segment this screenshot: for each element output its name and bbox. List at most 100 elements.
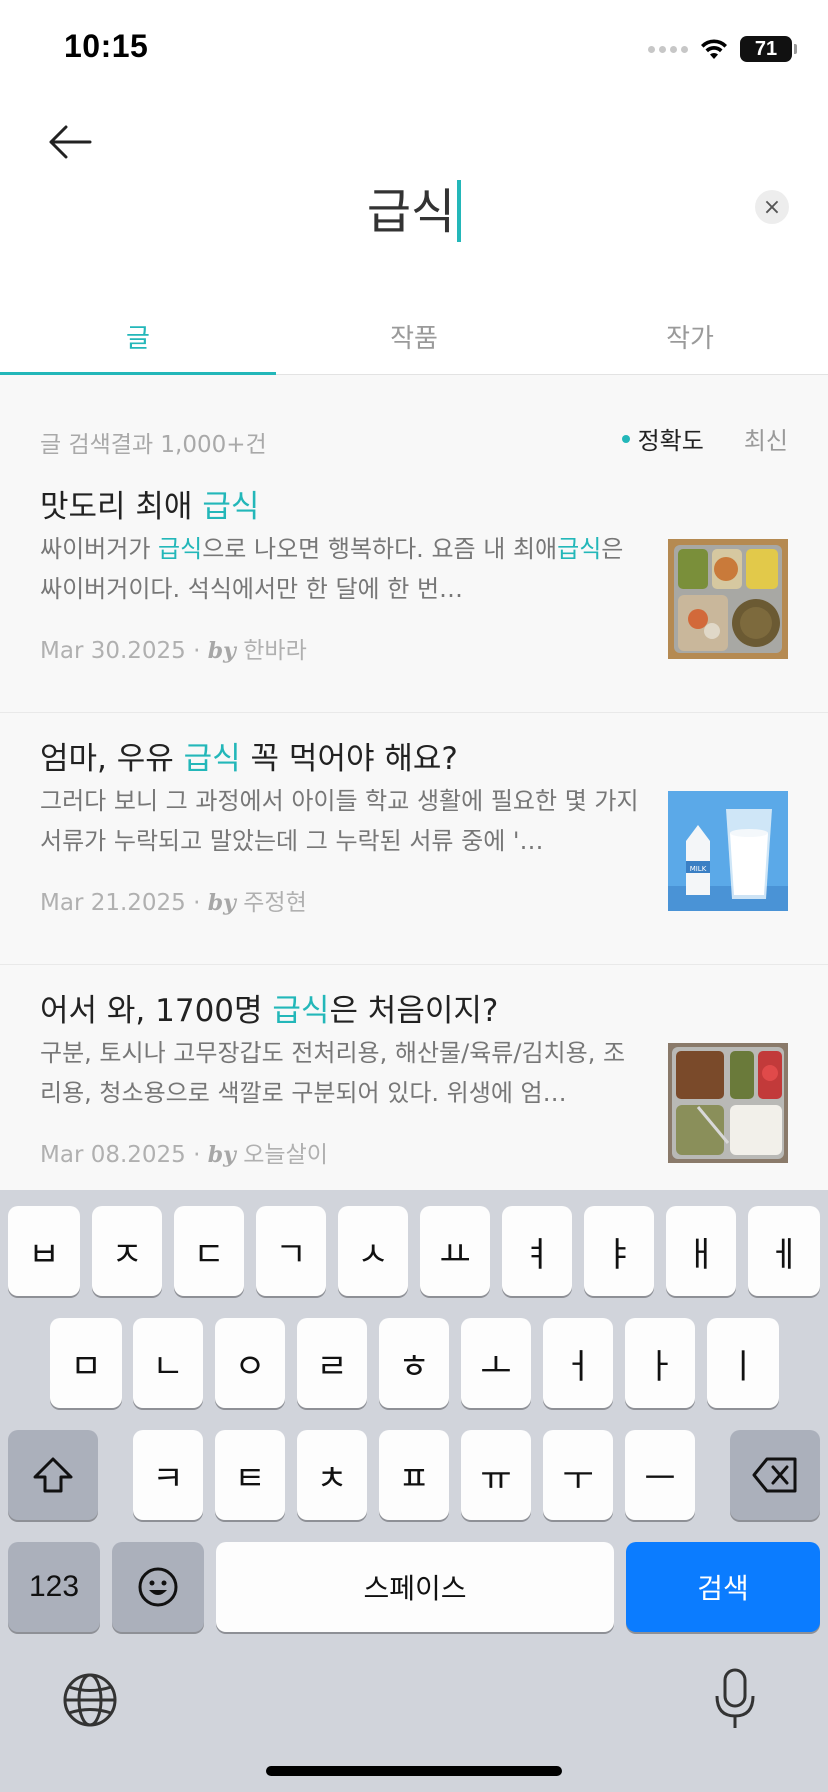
meta-separator: ·	[185, 1142, 208, 1168]
emoji-key[interactable]	[112, 1542, 204, 1632]
excerpt-text: 으로 나오면 행복하다. 요즘 내	[202, 535, 513, 563]
search-input[interactable]: 급식	[0, 172, 828, 242]
key[interactable]: ㅇ	[215, 1318, 285, 1408]
item-date: Mar 30.2025	[40, 638, 186, 664]
home-indicator	[266, 1766, 562, 1776]
sort-latest[interactable]: 최신	[744, 421, 788, 456]
key[interactable]: ㅋ	[133, 1430, 203, 1520]
signal-icon	[648, 45, 688, 53]
key[interactable]: ㅍ	[379, 1430, 449, 1520]
key[interactable]: ㅔ	[748, 1206, 820, 1296]
search-key[interactable]: 검색	[626, 1542, 820, 1632]
item-meta: Mar 30.2025 · by 한바라	[40, 631, 307, 665]
key[interactable]: ㄷ	[174, 1206, 244, 1296]
battery-icon: 71	[740, 36, 797, 62]
key[interactable]: ㅅ	[338, 1206, 408, 1296]
key[interactable]: ㅛ	[420, 1206, 490, 1296]
search-tabs: 글 작품 작가	[0, 300, 828, 375]
active-dot-icon	[621, 434, 630, 443]
key[interactable]: ㅑ	[584, 1206, 654, 1296]
item-author: 한바라	[243, 638, 307, 664]
key[interactable]: ㅌ	[215, 1430, 285, 1520]
item-meta: Mar 08.2025 · by 오늘살이	[40, 1135, 328, 1169]
sort-accuracy-label: 정확도	[637, 427, 704, 455]
list-item[interactable]: 맛도리 최애 급식 싸이버거가 급식으로 나오면 행복하다. 요즘 내 최애급식…	[0, 461, 828, 713]
search-input-value: 급식	[366, 184, 456, 240]
space-key[interactable]: 스페이스	[216, 1542, 614, 1632]
key[interactable]: ㅓ	[543, 1318, 613, 1408]
wifi-icon	[701, 39, 727, 59]
item-excerpt: 싸이버거가 급식으로 나오면 행복하다. 요즘 내 최애급식은 싸이버거이다. …	[40, 529, 640, 609]
sort-accuracy[interactable]: 정확도	[621, 421, 704, 456]
excerpt-highlight: 급식	[158, 535, 203, 563]
by-label: by	[207, 1142, 236, 1168]
key[interactable]: ㅡ	[625, 1430, 695, 1520]
keyboard: ㅂ ㅈ ㄷ ㄱ ㅅ ㅛ ㅕ ㅑ ㅐ ㅔ ㅁ ㄴ ㅇ ㄹ ㅎ ㅗ ㅓ ㅏ ㅣ ㅋ …	[0, 1190, 828, 1792]
key[interactable]: ㄴ	[133, 1318, 203, 1408]
battery-level: 71	[754, 37, 778, 60]
key[interactable]: ㄱ	[256, 1206, 326, 1296]
title-text: 엄마, 우유	[40, 741, 184, 777]
close-icon: ×	[762, 194, 782, 220]
thumbnail-image	[668, 539, 788, 659]
key[interactable]: ㅊ	[297, 1430, 367, 1520]
item-title: 어서 와, 1700명 급식은 처음이지?	[40, 985, 498, 1030]
status-indicators: 71	[648, 34, 797, 64]
item-excerpt: 구분, 토시나 고무장갑도 전처리용, 해산물/육류/김치용, 조리용, 청소용…	[40, 1039, 626, 1107]
tab-authors[interactable]: 작가	[552, 300, 828, 374]
key[interactable]: ㅎ	[379, 1318, 449, 1408]
microphone-icon	[715, 1668, 755, 1728]
thumbnail-image: MILK	[668, 791, 788, 911]
item-title: 엄마, 우유 급식 꼭 먹어야 해요?	[40, 733, 458, 778]
item-author: 오늘살이	[243, 1142, 328, 1168]
tab-posts[interactable]: 글	[0, 300, 276, 375]
results-list: 글 검색결과 1,000+건 정확도 최신 맛도리 최애 급식 싸이버거가 급식…	[0, 375, 828, 1190]
text-caret	[457, 180, 462, 242]
list-item[interactable]: 엄마, 우유 급식 꼭 먹어야 해요? 그러다 보니 그 과정에서 아이들 학교…	[0, 713, 828, 965]
back-button[interactable]	[46, 118, 94, 166]
title-text: 맛도리 최애	[40, 489, 203, 525]
item-author: 주정현	[243, 890, 307, 916]
sort-options: 정확도 최신	[621, 421, 788, 456]
key[interactable]: ㅗ	[461, 1318, 531, 1408]
by-label: by	[207, 890, 236, 916]
backspace-icon	[752, 1457, 797, 1493]
key[interactable]: ㅏ	[625, 1318, 695, 1408]
globe-icon	[63, 1673, 117, 1727]
clear-search-button[interactable]: ×	[755, 190, 789, 224]
excerpt-text: 최애	[512, 535, 558, 563]
title-highlight: 급식	[202, 489, 260, 525]
tab-works[interactable]: 작품	[276, 300, 552, 374]
title-text: 꼭 먹어야 해요?	[240, 741, 458, 777]
milk-label: MILK	[690, 865, 707, 873]
globe-button[interactable]	[60, 1670, 120, 1730]
key[interactable]: ㅜ	[543, 1430, 613, 1520]
key[interactable]: ㅁ	[50, 1318, 122, 1408]
item-date: Mar 21.2025	[40, 890, 186, 916]
key[interactable]: ㅂ	[8, 1206, 80, 1296]
key[interactable]: ㅣ	[707, 1318, 779, 1408]
backspace-key[interactable]	[730, 1430, 820, 1520]
shift-key[interactable]	[8, 1430, 98, 1520]
key[interactable]: ㅕ	[502, 1206, 572, 1296]
by-label: by	[207, 638, 236, 664]
key[interactable]: ㅠ	[461, 1430, 531, 1520]
dictation-button[interactable]	[710, 1666, 760, 1732]
item-title: 맛도리 최애 급식	[40, 481, 259, 526]
key[interactable]: ㅐ	[666, 1206, 736, 1296]
arrow-left-icon	[49, 125, 92, 159]
numbers-key[interactable]: 123	[8, 1542, 100, 1632]
title-text: 은 처음이지?	[329, 993, 499, 1029]
item-excerpt: 그러다 보니 그 과정에서 아이들 학교 생활에 필요한 몇 가지 서류가 누락…	[40, 787, 639, 855]
item-meta: Mar 21.2025 · by 주정현	[40, 883, 307, 917]
meta-separator: ·	[185, 638, 208, 664]
meta-separator: ·	[185, 890, 208, 916]
key[interactable]: ㅈ	[92, 1206, 162, 1296]
shift-icon	[33, 1457, 73, 1493]
key[interactable]: ㄹ	[297, 1318, 367, 1408]
excerpt-highlight: 급식	[557, 535, 602, 563]
result-count: 글 검색결과 1,000+건	[40, 432, 267, 458]
list-item[interactable]: 어서 와, 1700명 급식은 처음이지? 구분, 토시나 고무장갑도 전처리용…	[0, 965, 828, 1190]
status-time: 10:15	[64, 28, 149, 64]
title-highlight: 급식	[272, 993, 330, 1029]
